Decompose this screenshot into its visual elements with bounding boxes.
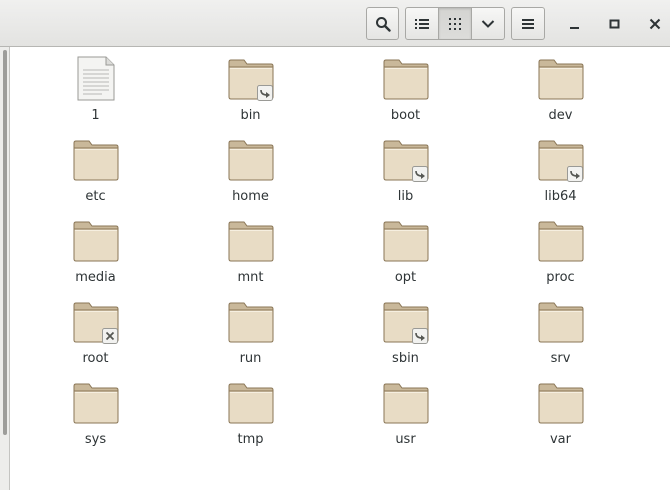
item-label: boot [390,108,421,123]
symlink-emblem-icon [411,328,428,344]
item-label: dev [548,108,573,123]
folder-icon [72,379,120,427]
folder-icon [382,379,430,427]
folder-icon [537,217,585,265]
item-label: 1 [91,108,100,123]
item-label: sbin [392,351,419,366]
folder-item[interactable]: run [173,298,328,379]
text-file-icon [72,55,120,103]
minimize-button[interactable] [558,7,592,40]
item-label: media [75,270,116,285]
minimize-icon [570,26,579,29]
item-label: srv [550,351,571,366]
header-bar [0,0,670,47]
symlink-emblem-icon [411,166,428,182]
folder-item[interactable]: mnt [173,217,328,298]
close-button[interactable] [638,7,670,40]
folder-item[interactable]: boot [328,55,483,136]
folder-item[interactable]: dev [483,55,638,136]
folder-icon [382,136,430,184]
folder-icon [227,298,275,346]
item-label: home [232,189,269,204]
folder-item[interactable]: usr [328,379,483,460]
folder-item[interactable]: home [173,136,328,217]
folder-icon [382,298,430,346]
scrollbar[interactable] [3,50,7,435]
folder-icon [537,379,585,427]
folder-icon [227,379,275,427]
folder-icon [72,136,120,184]
item-label: var [549,432,571,447]
item-label: etc [85,189,106,204]
folder-icon [227,136,275,184]
menu-button[interactable] [511,7,545,40]
item-label: mnt [237,270,264,285]
grid-view-button[interactable] [439,7,472,40]
folder-item[interactable]: sbin [328,298,483,379]
folder-item[interactable]: media [18,217,173,298]
item-label: tmp [237,432,264,447]
search-icon [375,16,391,32]
folder-item[interactable]: lib64 [483,136,638,217]
item-label: run [239,351,262,366]
folder-icon [537,55,585,103]
folder-item[interactable]: var [483,379,638,460]
symlink-emblem-icon [566,166,583,182]
close-icon [649,18,661,29]
chevron-down-icon [481,19,495,28]
folder-icon [382,217,430,265]
folder-item[interactable]: tmp [173,379,328,460]
hamburger-menu-icon [522,18,534,29]
folder-item[interactable]: lib [328,136,483,217]
item-label: bin [240,108,261,123]
list-view-icon [415,18,429,29]
item-label: proc [546,270,575,285]
item-label: usr [395,432,416,447]
folder-item[interactable]: proc [483,217,638,298]
folder-icon [72,217,120,265]
list-view-button[interactable] [405,7,439,40]
folder-item[interactable]: opt [328,217,483,298]
symlink-emblem-icon [256,85,273,101]
folder-item[interactable]: srv [483,298,638,379]
view-options-button[interactable] [472,7,505,40]
search-button[interactable] [366,7,399,40]
maximize-button[interactable] [598,7,632,40]
unreadable-emblem-icon [101,328,118,344]
folder-item[interactable]: sys [18,379,173,460]
grid-view-icon [449,17,461,30]
folder-item[interactable]: bin [173,55,328,136]
folder-icon [72,298,120,346]
folder-icon [382,55,430,103]
file-item[interactable]: 1 [18,55,173,136]
item-label: root [82,351,109,366]
folder-item[interactable]: etc [18,136,173,217]
folder-icon [537,298,585,346]
file-grid: 1 bin boot dev etc home lib lib64 media … [18,55,638,460]
item-label: sys [84,432,107,447]
folder-icon [537,136,585,184]
folder-icon [227,55,275,103]
item-label: opt [394,270,417,285]
maximize-icon [609,19,620,28]
item-label: lib64 [544,189,577,204]
folder-icon [227,217,275,265]
folder-item[interactable]: root [18,298,173,379]
item-label: lib [397,189,414,204]
